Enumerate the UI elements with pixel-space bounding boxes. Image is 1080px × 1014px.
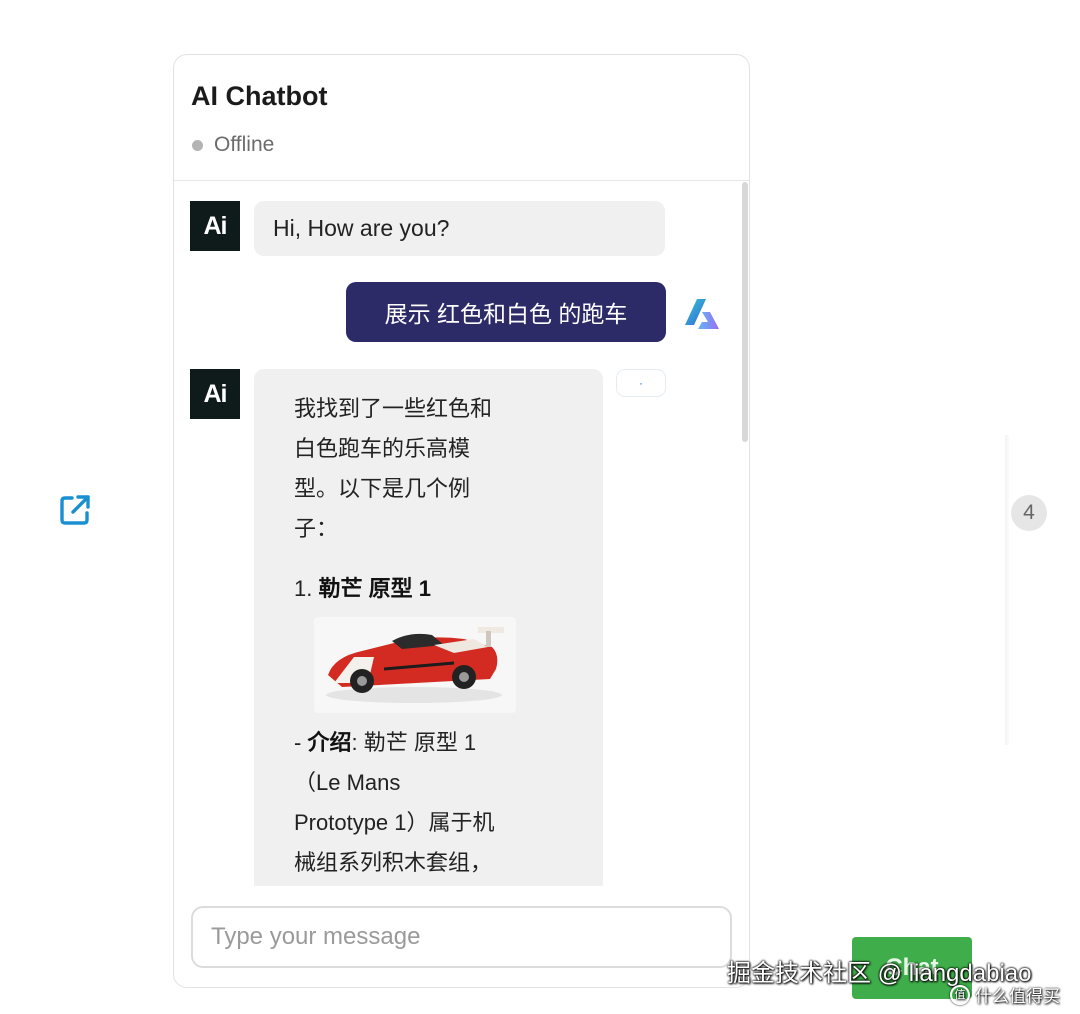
reply-line: Prototype 1）属于机: [294, 810, 495, 835]
external-link-icon[interactable]: [58, 493, 92, 527]
bot-message: Hi, How are you?: [254, 201, 665, 256]
reply-line: 子：: [294, 516, 339, 541]
desc-colon: :: [351, 730, 364, 755]
list-item-name: 勒芒 原型 1: [318, 576, 431, 601]
status-dot-icon: [192, 139, 203, 151]
status-indicator: Offline: [192, 133, 274, 157]
reply-line: （Le Mans: [294, 770, 401, 795]
message-input[interactable]: [193, 908, 730, 966]
user-message: 展示 红色和白色 的跑车: [346, 282, 666, 342]
reply-line: 型。以下是几个例: [294, 476, 471, 501]
zhi-logo-icon: 值: [950, 984, 970, 1005]
reply-line: 我找到了一些红色和: [294, 396, 493, 421]
chat-window: AI Chatbot Offline Ai Hi, How are you? 展…: [173, 54, 750, 988]
chat-header: AI Chatbot Offline: [174, 55, 749, 181]
watermark-sub: 值 什么值得买: [950, 982, 1060, 1007]
page-number-badge[interactable]: 4: [1011, 495, 1047, 531]
watermark-sub-text: 什么值得买: [975, 987, 1060, 1006]
copy-button[interactable]: ·: [616, 369, 666, 397]
list-item-number: 1.: [294, 576, 313, 601]
reply-line: 械组系列积木套组，: [294, 850, 493, 875]
user-logo-icon: [682, 295, 722, 335]
message-list[interactable]: Ai Hi, How are you? 展示 红色和白色 的跑车 Ai 我找到了…: [174, 182, 749, 886]
list-item-title: 1. 勒芒 原型 1: [294, 569, 603, 609]
reply-body: 我找到了一些红色和 白色跑车的乐高模 型。以下是几个例 子： 1. 勒芒 原型 …: [294, 389, 603, 883]
side-panel-edge: [1005, 435, 1009, 745]
scrollbar[interactable]: [742, 182, 748, 442]
bot-reply: 我找到了一些红色和 白色跑车的乐高模 型。以下是几个例 子： 1. 勒芒 原型 …: [254, 369, 603, 886]
chat-title: AI Chatbot: [191, 81, 328, 111]
reply-desc: - 介绍: 勒芒 原型 1: [294, 723, 603, 763]
reply-line: 白色跑车的乐高模: [294, 436, 471, 461]
desc-label: 介绍: [307, 730, 352, 755]
status-text: Offline: [214, 133, 275, 156]
bot-avatar: Ai: [190, 201, 240, 251]
message-input-box[interactable]: [191, 906, 732, 968]
desc-prefix: -: [294, 730, 308, 755]
bot-avatar: Ai: [190, 369, 240, 419]
reply-line: 勒芒 原型 1: [363, 730, 477, 755]
lego-race-car-image[interactable]: [314, 617, 516, 713]
